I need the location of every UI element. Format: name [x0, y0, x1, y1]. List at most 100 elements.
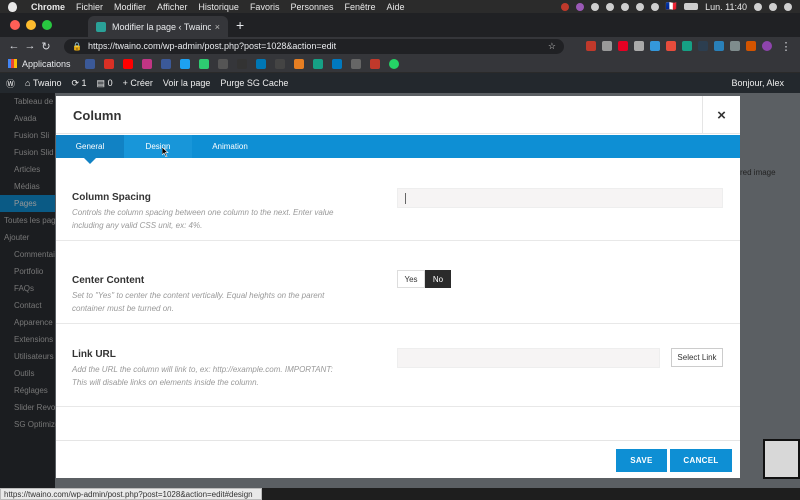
- wp-menu-item[interactable]: FAQs: [0, 280, 55, 297]
- status-app-icon[interactable]: [560, 2, 569, 11]
- menu-list-icon[interactable]: [784, 2, 792, 11]
- wifi-icon[interactable]: [650, 2, 659, 11]
- bookmark-star-icon[interactable]: ☆: [548, 41, 556, 52]
- forward-icon[interactable]: →: [22, 40, 38, 52]
- select-link-button[interactable]: Select Link: [671, 348, 723, 367]
- extension-icon[interactable]: [698, 41, 708, 51]
- lock-icon[interactable]: 🔒: [72, 42, 82, 51]
- cancel-button[interactable]: CANCEL: [670, 449, 732, 472]
- menu-historique[interactable]: Historique: [198, 2, 239, 12]
- extension-icon[interactable]: [650, 41, 660, 51]
- bookmark-icon[interactable]: [217, 58, 228, 69]
- wp-menu-item[interactable]: Portfolio: [0, 263, 55, 280]
- wp-submenu-item[interactable]: Ajouter: [0, 229, 55, 246]
- instagram-icon[interactable]: [141, 58, 152, 69]
- extension-icon[interactable]: [634, 41, 644, 51]
- status-app-icon[interactable]: [590, 2, 599, 11]
- wp-menu-item[interactable]: Contact: [0, 297, 55, 314]
- extension-icon[interactable]: [730, 41, 740, 51]
- wp-submenu-item[interactable]: Toutes les pag: [0, 212, 56, 229]
- menu-modifier[interactable]: Modifier: [114, 2, 146, 12]
- status-app-icon[interactable]: [620, 2, 629, 11]
- apple-icon[interactable]: [8, 1, 17, 12]
- bookmark-icon[interactable]: [198, 58, 209, 69]
- twitter-icon[interactable]: [179, 58, 190, 69]
- extension-icon[interactable]: [602, 41, 612, 51]
- flag-icon[interactable]: 🇫🇷: [666, 1, 677, 12]
- extension-icon[interactable]: [714, 41, 724, 51]
- tab-general[interactable]: General: [56, 135, 124, 164]
- siri-icon[interactable]: [769, 2, 777, 11]
- bookmark-applications[interactable]: Applications: [8, 59, 71, 69]
- close-window-icon[interactable]: [10, 20, 20, 30]
- tab-animation[interactable]: Animation: [192, 135, 268, 158]
- reload-icon[interactable]: ↻: [38, 40, 54, 53]
- wp-menu-item[interactable]: Tableau de: [0, 93, 55, 110]
- menu-fichier[interactable]: Fichier: [76, 2, 103, 12]
- bookmark-icon[interactable]: [274, 58, 285, 69]
- wp-purge-cache[interactable]: Purge SG Cache: [220, 78, 288, 88]
- save-button[interactable]: SAVE: [616, 449, 667, 472]
- wp-menu-item[interactable]: Pages: [0, 195, 55, 212]
- no-button[interactable]: No: [425, 270, 451, 288]
- profile-avatar[interactable]: [762, 41, 772, 51]
- search-icon[interactable]: [754, 2, 762, 11]
- extension-icon[interactable]: [746, 41, 756, 51]
- menu-favoris[interactable]: Favoris: [250, 2, 280, 12]
- wp-view-page[interactable]: Voir la page: [163, 78, 211, 88]
- wp-menu-item[interactable]: Commentai: [0, 246, 55, 263]
- whatsapp-icon[interactable]: [388, 58, 399, 69]
- column-spacing-input[interactable]: [397, 188, 723, 208]
- bookmark-icon[interactable]: [103, 58, 114, 69]
- link-url-input[interactable]: [397, 348, 660, 368]
- wp-comments[interactable]: ▤ 0: [97, 78, 113, 89]
- minimize-window-icon[interactable]: [26, 20, 36, 30]
- bookmark-icon[interactable]: [312, 58, 323, 69]
- wp-menu-item[interactable]: Slider Revol: [0, 399, 57, 416]
- wp-updates[interactable]: ⟳ 1: [71, 78, 86, 89]
- status-app-icon[interactable]: [635, 2, 644, 11]
- extension-icon[interactable]: [682, 41, 692, 51]
- wp-menu-item[interactable]: Outils: [0, 365, 55, 382]
- maximize-window-icon[interactable]: [42, 20, 52, 30]
- browser-tab[interactable]: Modifier la page ‹ Twaino — W ×: [88, 16, 228, 37]
- yes-button[interactable]: Yes: [397, 270, 425, 288]
- trello-icon[interactable]: [331, 58, 342, 69]
- extension-icon[interactable]: [586, 41, 596, 51]
- wp-menu-item[interactable]: Réglages: [0, 382, 55, 399]
- close-icon[interactable]: ×: [702, 96, 740, 134]
- bookmark-icon[interactable]: [84, 58, 95, 69]
- tab-close-icon[interactable]: ×: [215, 22, 220, 32]
- cloud-icon[interactable]: [605, 2, 614, 11]
- wp-menu-item[interactable]: Articles: [0, 161, 55, 178]
- wp-create[interactable]: + Créer: [123, 78, 153, 88]
- menu-personnes[interactable]: Personnes: [290, 2, 333, 12]
- wp-greeting[interactable]: Bonjour, Alex: [731, 78, 784, 88]
- wp-menu-item[interactable]: Avada: [0, 110, 55, 127]
- menu-afficher[interactable]: Afficher: [157, 2, 187, 12]
- wp-menu-item[interactable]: Utilisateurs: [0, 348, 55, 365]
- tab-design[interactable]: Design: [124, 135, 192, 158]
- wp-logo-icon[interactable]: Ⓦ: [6, 77, 15, 90]
- menu-aide[interactable]: Aide: [387, 2, 405, 12]
- youtube-icon[interactable]: [122, 58, 133, 69]
- more-menu-icon[interactable]: ⋮: [778, 40, 794, 53]
- extension-icon[interactable]: [666, 41, 676, 51]
- bookmark-icon[interactable]: [369, 58, 380, 69]
- facebook-icon[interactable]: [160, 58, 171, 69]
- bookmark-icon[interactable]: [236, 58, 247, 69]
- wp-menu-item[interactable]: Extensions: [0, 331, 55, 348]
- wp-menu-item[interactable]: Fusion Sli: [0, 127, 55, 144]
- clock[interactable]: Lun. 11:40: [705, 2, 747, 12]
- status-app-icon[interactable]: [575, 2, 584, 11]
- menu-fenetre[interactable]: Fenêtre: [344, 2, 375, 12]
- wp-menu-item[interactable]: SG Optimizer: [0, 416, 62, 433]
- address-bar[interactable]: 🔒 https://twaino.com/wp-admin/post.php?p…: [64, 38, 564, 54]
- menu-app[interactable]: Chrome: [31, 2, 65, 12]
- linkedin-icon[interactable]: [255, 58, 266, 69]
- bookmark-icon[interactable]: [350, 58, 361, 69]
- wp-menu-item[interactable]: Apparence: [0, 314, 55, 331]
- wp-menu-item[interactable]: Médias: [0, 178, 55, 195]
- battery-icon[interactable]: [684, 3, 699, 10]
- wp-site-name[interactable]: ⌂ Twaino: [25, 78, 61, 88]
